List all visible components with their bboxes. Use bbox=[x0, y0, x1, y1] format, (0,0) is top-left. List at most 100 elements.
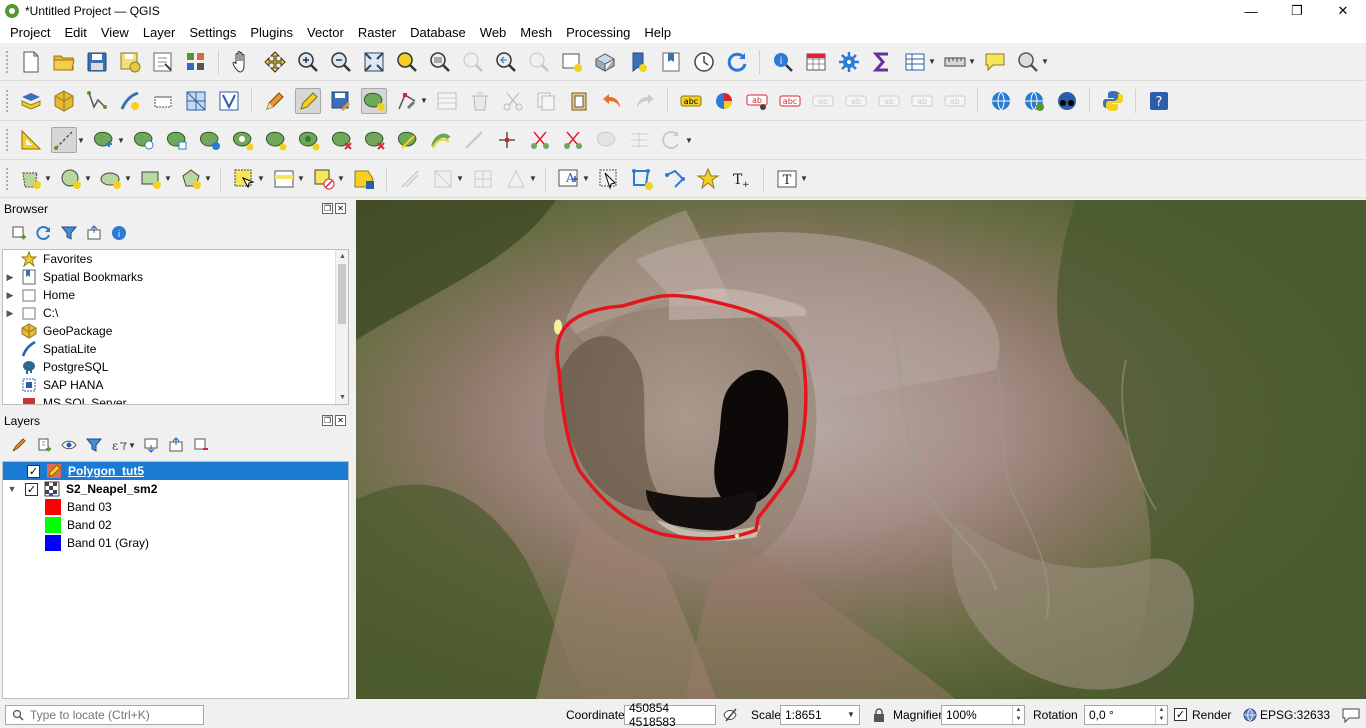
zoom-to-layer-icon[interactable] bbox=[427, 49, 453, 75]
pan-to-selection-icon[interactable] bbox=[262, 49, 288, 75]
split-features-icon[interactable] bbox=[527, 127, 553, 153]
shape-ellipse-icon[interactable] bbox=[98, 166, 124, 192]
layer-row-raster[interactable]: ▼ ✓ S2_Neapel_sm2 bbox=[3, 480, 348, 498]
crs-globe-icon[interactable] bbox=[1243, 708, 1257, 722]
shape-regular-polygon-dropdown-arrow[interactable]: ▼ bbox=[204, 166, 212, 192]
snapping-dropdown-arrow[interactable]: ▼ bbox=[456, 166, 464, 192]
browser-scrollbar[interactable]: ▲ ▼ bbox=[335, 250, 348, 404]
close-panel-button[interactable]: ✕ bbox=[335, 203, 346, 214]
remove-layer-icon[interactable] bbox=[192, 436, 210, 454]
toolbar-grip[interactable] bbox=[6, 89, 10, 112]
toolbar-grip[interactable] bbox=[6, 129, 10, 151]
close-panel-button[interactable]: ✕ bbox=[335, 415, 346, 426]
rotate-dropdown-arrow[interactable]: ▼ bbox=[685, 127, 693, 153]
menu-database[interactable]: Database bbox=[403, 22, 473, 43]
paste-features-icon[interactable] bbox=[566, 88, 592, 114]
toolbar-grip[interactable] bbox=[6, 50, 10, 73]
menu-layer[interactable]: Layer bbox=[136, 22, 183, 43]
layer-visibility-checkbox[interactable]: ✓ bbox=[27, 464, 40, 478]
select-features-icon[interactable] bbox=[231, 166, 257, 192]
rotate-point-symbols-icon[interactable] bbox=[659, 127, 685, 153]
maximize-button[interactable]: ❐ bbox=[1274, 0, 1320, 22]
rotation-spinbox[interactable]: 0,0 ° ▲ ▼ bbox=[1084, 705, 1168, 725]
merge-attributes-icon[interactable] bbox=[626, 127, 652, 153]
close-button[interactable]: ✕ bbox=[1320, 0, 1366, 22]
map-tips-icon[interactable] bbox=[982, 49, 1008, 75]
shape-ellipse-dropdown-arrow[interactable]: ▼ bbox=[124, 166, 132, 192]
expand-arrow-icon[interactable]: ▶ bbox=[3, 290, 17, 301]
help-icon[interactable]: ? bbox=[1146, 88, 1172, 114]
zoom-to-selection-icon[interactable] bbox=[394, 49, 420, 75]
topology-icon[interactable] bbox=[470, 166, 496, 192]
search-dropdown-arrow[interactable]: ▼ bbox=[1041, 49, 1049, 75]
new-bookmark-icon[interactable] bbox=[625, 49, 651, 75]
scroll-down-icon[interactable]: ▼ bbox=[336, 391, 348, 404]
text-annotation-icon[interactable]: A bbox=[556, 166, 582, 192]
split-parts-icon[interactable] bbox=[560, 127, 586, 153]
show-bookmarks-icon[interactable] bbox=[658, 49, 684, 75]
expand-arrow-icon[interactable]: ▶ bbox=[3, 272, 17, 283]
rotate-label-icon[interactable]: ab bbox=[876, 88, 902, 114]
toggle-editing-icon[interactable] bbox=[294, 87, 321, 114]
wms-globe-icon[interactable] bbox=[1021, 88, 1047, 114]
simplify-feature-icon[interactable] bbox=[197, 127, 223, 153]
menu-web[interactable]: Web bbox=[473, 22, 514, 43]
fill-ring-icon[interactable] bbox=[296, 127, 322, 153]
self-snapping-icon[interactable] bbox=[503, 166, 529, 192]
scroll-thumb[interactable] bbox=[338, 264, 346, 324]
rotation-spin-arrows[interactable]: ▲ ▼ bbox=[1155, 706, 1167, 724]
menu-vector[interactable]: Vector bbox=[300, 22, 351, 43]
measure-dropdown-arrow[interactable]: ▼ bbox=[968, 49, 976, 75]
expand-arrow-icon[interactable]: ▶ bbox=[3, 308, 17, 319]
pin-label-icon[interactable]: abc bbox=[777, 88, 803, 114]
copy-features-icon[interactable] bbox=[533, 88, 559, 114]
lock-scale-icon[interactable] bbox=[872, 708, 886, 722]
browser-item-mssql[interactable]: MS SQL Server bbox=[3, 394, 348, 404]
crs-label[interactable]: EPSG:32633 bbox=[1260, 708, 1330, 722]
label-toolbar-icon[interactable]: abc bbox=[678, 88, 704, 114]
zoom-in-icon[interactable] bbox=[295, 49, 321, 75]
new-map-view-icon[interactable] bbox=[559, 49, 585, 75]
data-source-manager-icon[interactable] bbox=[18, 88, 44, 114]
browser-item-sap-hana[interactable]: SAP HANA bbox=[3, 376, 348, 394]
redo-icon[interactable] bbox=[632, 88, 658, 114]
zoom-out-icon[interactable] bbox=[328, 49, 354, 75]
select-by-value-icon[interactable] bbox=[271, 166, 297, 192]
scale-combobox[interactable]: 1:8651 ▼ bbox=[780, 705, 860, 725]
render-checkbox[interactable]: ✓ bbox=[1174, 708, 1187, 721]
map-canvas[interactable] bbox=[356, 200, 1366, 699]
vertex-dropdown-arrow[interactable]: ▼ bbox=[420, 88, 428, 114]
browser-item-spatial-bookmarks[interactable]: ▶ Spatial Bookmarks bbox=[3, 268, 348, 286]
layer-row-polygon[interactable]: ✓ Polygon_tut5 bbox=[3, 462, 348, 480]
open-table-icon[interactable] bbox=[902, 49, 928, 75]
scale-dropdown-arrow[interactable]: ▼ bbox=[843, 706, 859, 724]
properties-info-icon[interactable]: i bbox=[110, 224, 128, 242]
new-project-icon[interactable] bbox=[18, 49, 44, 75]
pan-hand-icon[interactable] bbox=[229, 49, 255, 75]
reverse-line-icon[interactable] bbox=[461, 127, 487, 153]
deselect-all-icon[interactable] bbox=[311, 166, 337, 192]
shape-polygon-icon[interactable] bbox=[18, 166, 44, 192]
menu-project[interactable]: Project bbox=[3, 22, 57, 43]
move-dropdown-arrow[interactable]: ▼ bbox=[117, 127, 125, 153]
collapse-all-layers-icon[interactable] bbox=[167, 436, 185, 454]
save-project-icon[interactable] bbox=[84, 49, 110, 75]
rotate-feature-icon[interactable] bbox=[131, 127, 157, 153]
quickmapservices-icon[interactable] bbox=[1054, 88, 1080, 114]
python-console-icon[interactable] bbox=[1100, 88, 1126, 114]
shape-rectangle-icon[interactable] bbox=[138, 166, 164, 192]
menu-mesh[interactable]: Mesh bbox=[513, 22, 559, 43]
add-selected-layers-icon[interactable] bbox=[10, 224, 28, 242]
browser-item-favorites[interactable]: Favorites bbox=[3, 250, 348, 268]
toolbar-grip[interactable] bbox=[6, 167, 10, 190]
offset-curve-icon[interactable] bbox=[428, 127, 454, 153]
merge-features-icon[interactable] bbox=[593, 127, 619, 153]
filter-legend-icon[interactable] bbox=[85, 436, 103, 454]
messages-icon[interactable] bbox=[1342, 707, 1360, 724]
layout-manager-icon[interactable] bbox=[183, 49, 209, 75]
magnifier-spinbox[interactable]: 100% ▲ ▼ bbox=[941, 705, 1025, 725]
annotation-dropdown-arrow[interactable]: ▼ bbox=[582, 166, 590, 192]
annotation-marker-icon[interactable] bbox=[695, 166, 721, 192]
zoom-next-icon[interactable] bbox=[526, 49, 552, 75]
add-part-icon[interactable] bbox=[263, 127, 289, 153]
